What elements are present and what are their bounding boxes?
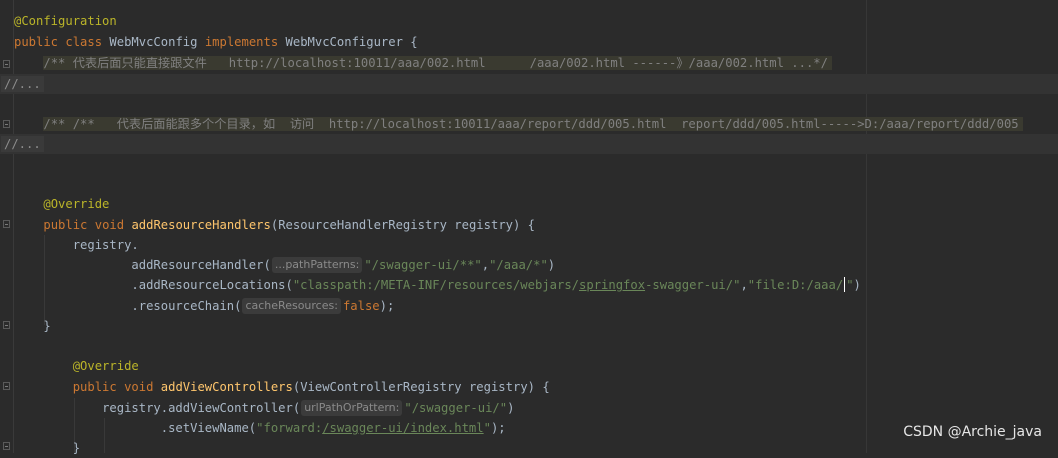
- code-line: public void addResourceHandlers(Resource…: [14, 215, 535, 235]
- code-line: public class WebMvcConfig implements Web…: [14, 32, 418, 52]
- interface-name: WebMvcConfigurer {: [285, 35, 418, 49]
- folded-region-1: [0, 74, 1058, 94]
- string-literal: -swagger-ui/": [645, 278, 741, 292]
- code-line: @Override: [14, 356, 139, 376]
- code-editor[interactable]: @Configuration public class WebMvcConfig…: [0, 0, 1058, 455]
- string-literal: "/swagger-ui/**": [364, 258, 482, 272]
- method-name: addViewControllers: [160, 380, 293, 394]
- fold-marker-icon[interactable]: [3, 321, 10, 329]
- annotation: @Override: [43, 197, 110, 211]
- code-line: registry.addViewController(urlPathOrPatt…: [14, 398, 514, 418]
- code-line: addResourceHandler(...pathPatterns: "/swa…: [14, 255, 555, 275]
- doc-comment: /** 代表后面只能直接跟文件 http://localhost:10011/a…: [43, 56, 832, 70]
- string-literal-underlined: springfox: [579, 278, 646, 292]
- code-line: registry.: [14, 235, 139, 255]
- string-literal: "classpath:/META-INF/resources/webjars/: [292, 278, 580, 292]
- parameters: (ViewControllerRegistry registry) {: [292, 380, 550, 394]
- method-name: addResourceHandlers: [131, 218, 271, 232]
- comma: ,: [481, 258, 490, 272]
- string-literal: "forward:: [256, 421, 323, 435]
- doc-comment: /** /** 代表后面能跟多个个目录，如 访问 http://localhos…: [43, 117, 1023, 131]
- fold-marker-icon[interactable]: [3, 442, 10, 450]
- code-line: }: [14, 316, 51, 336]
- parameters: (ResourceHandlerRegistry registry) {: [270, 218, 536, 232]
- keyword: void: [94, 218, 125, 232]
- folded-code[interactable]: //...: [1, 76, 44, 92]
- code-line: //...: [0, 74, 44, 94]
- code-line: .addResourceLocations("classpath:/META-I…: [14, 275, 861, 295]
- code-line: @Override: [14, 194, 109, 214]
- method-call: .setViewName(: [160, 421, 257, 435]
- code-line: public void addViewControllers(ViewContr…: [14, 377, 550, 397]
- parameter-hint: cacheResources:: [242, 298, 341, 314]
- code-text: registry.: [72, 238, 139, 252]
- fold-marker-icon[interactable]: [3, 60, 10, 68]
- keyword: public: [14, 35, 59, 49]
- paren: ): [853, 278, 861, 292]
- parameter-hint: ...pathPatterns:: [271, 257, 363, 273]
- fold-marker-icon[interactable]: [3, 382, 10, 390]
- right-margin-guide: [866, 0, 867, 453]
- string-literal: ": [846, 278, 854, 292]
- code-line: /** /** 代表后面能跟多个个目录，如 访问 http://localhos…: [14, 114, 1023, 134]
- fold-marker-icon[interactable]: [3, 120, 10, 128]
- method-call: registry.addViewController(: [102, 401, 301, 415]
- fold-marker-icon[interactable]: [3, 220, 10, 228]
- code-line: .resourceChain(cacheResources: false);: [14, 296, 394, 316]
- keyword: public: [72, 380, 117, 394]
- method-call: .resourceChain(: [131, 299, 242, 313]
- keyword: void: [124, 380, 154, 394]
- annotation: @Configuration: [14, 14, 117, 28]
- string-literal: ": [483, 421, 491, 435]
- method-call: .addResourceLocations(: [131, 278, 293, 292]
- parameter-hint: urlPathOrPattern:: [301, 400, 403, 416]
- string-literal: "file:D:/aaa/: [747, 278, 844, 292]
- string-literal: "/swagger-ui/": [404, 401, 508, 415]
- keyword: implements: [204, 35, 279, 49]
- code-line: .setViewName("forward:/swagger-ui/index.…: [14, 418, 506, 438]
- class-name: WebMvcConfig: [109, 35, 198, 49]
- folded-region-2: [0, 134, 1058, 154]
- comma: ,: [740, 278, 748, 292]
- annotation: @Override: [72, 359, 139, 373]
- method-call: addResourceHandler(: [131, 258, 271, 272]
- string-literal-underlined: /swagger-ui/index.html: [322, 421, 484, 435]
- code-line: //...: [0, 134, 44, 154]
- code-line: }: [14, 438, 80, 458]
- paren: ): [507, 401, 515, 415]
- folded-code[interactable]: //...: [1, 136, 44, 152]
- closing-brace: }: [43, 319, 51, 333]
- code-line: /** 代表后面只能直接跟文件 http://localhost:10011/a…: [14, 53, 832, 73]
- paren: );: [379, 299, 395, 313]
- string-literal: "/aaa/*": [489, 258, 548, 272]
- keyword: public: [43, 218, 88, 232]
- keyword: class: [65, 35, 103, 49]
- watermark: CSDN @Archie_java: [903, 424, 1042, 440]
- paren: ): [547, 258, 556, 272]
- keyword: false: [342, 299, 380, 313]
- paren: );: [490, 421, 506, 435]
- code-line: @Configuration: [14, 11, 117, 31]
